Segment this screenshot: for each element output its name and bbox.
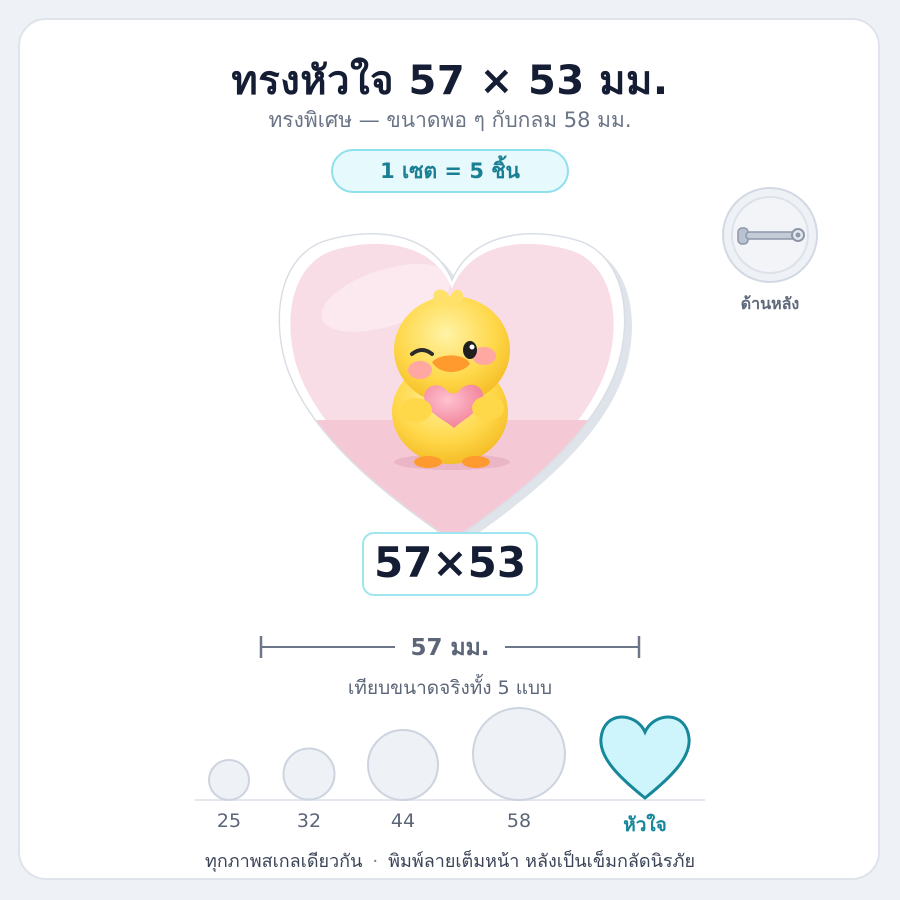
size-caption-25: 25	[216, 810, 242, 832]
size-caption-heart: หัวใจ	[623, 814, 667, 836]
size-caption-44: 44	[390, 810, 416, 832]
size-option-25	[208, 759, 250, 801]
size-label: 57×53	[362, 532, 538, 596]
size-option-44	[367, 729, 439, 801]
page-subtitle: ทรงพิเศษ — ขนาดพอ ๆ กับกลม 58 มม.	[268, 108, 632, 132]
back-view-button[interactable]	[722, 187, 818, 283]
size-comparison-title: เทียบขนาดจริงทั้ง 5 แบบ	[347, 677, 553, 699]
size-caption-58: 58	[506, 810, 532, 832]
width-dimension-label: 57 มม.	[395, 630, 505, 666]
size-comparison-chart	[195, 707, 705, 801]
safety-pin-icon	[731, 196, 809, 274]
size-option-heart	[599, 715, 691, 800]
size-option-32	[282, 747, 336, 801]
footer-note-scale: ทุกภาพสเกลเดียวกัน	[205, 851, 363, 872]
size-option-58	[472, 707, 566, 801]
footer-note: ทุกภาพสเกลเดียวกัน · พิมพ์ลายเต็มหน้า หลัง…	[0, 846, 900, 875]
back-view-label: ด้านหลัง	[740, 294, 800, 313]
duck-illustration	[392, 289, 510, 470]
heart-badge-preview	[278, 233, 632, 546]
footer-separator: ·	[372, 851, 379, 872]
size-caption-32: 32	[296, 810, 322, 832]
set-quantity-badge: 1 เซต = 5 ชิ้น	[331, 149, 569, 193]
footer-note-print: พิมพ์ลายเต็มหน้า หลังเป็นเข็มกลัดนิรภัย	[388, 851, 695, 872]
page-title: ทรงหัวใจ 57 × 53 มม.	[231, 58, 669, 104]
